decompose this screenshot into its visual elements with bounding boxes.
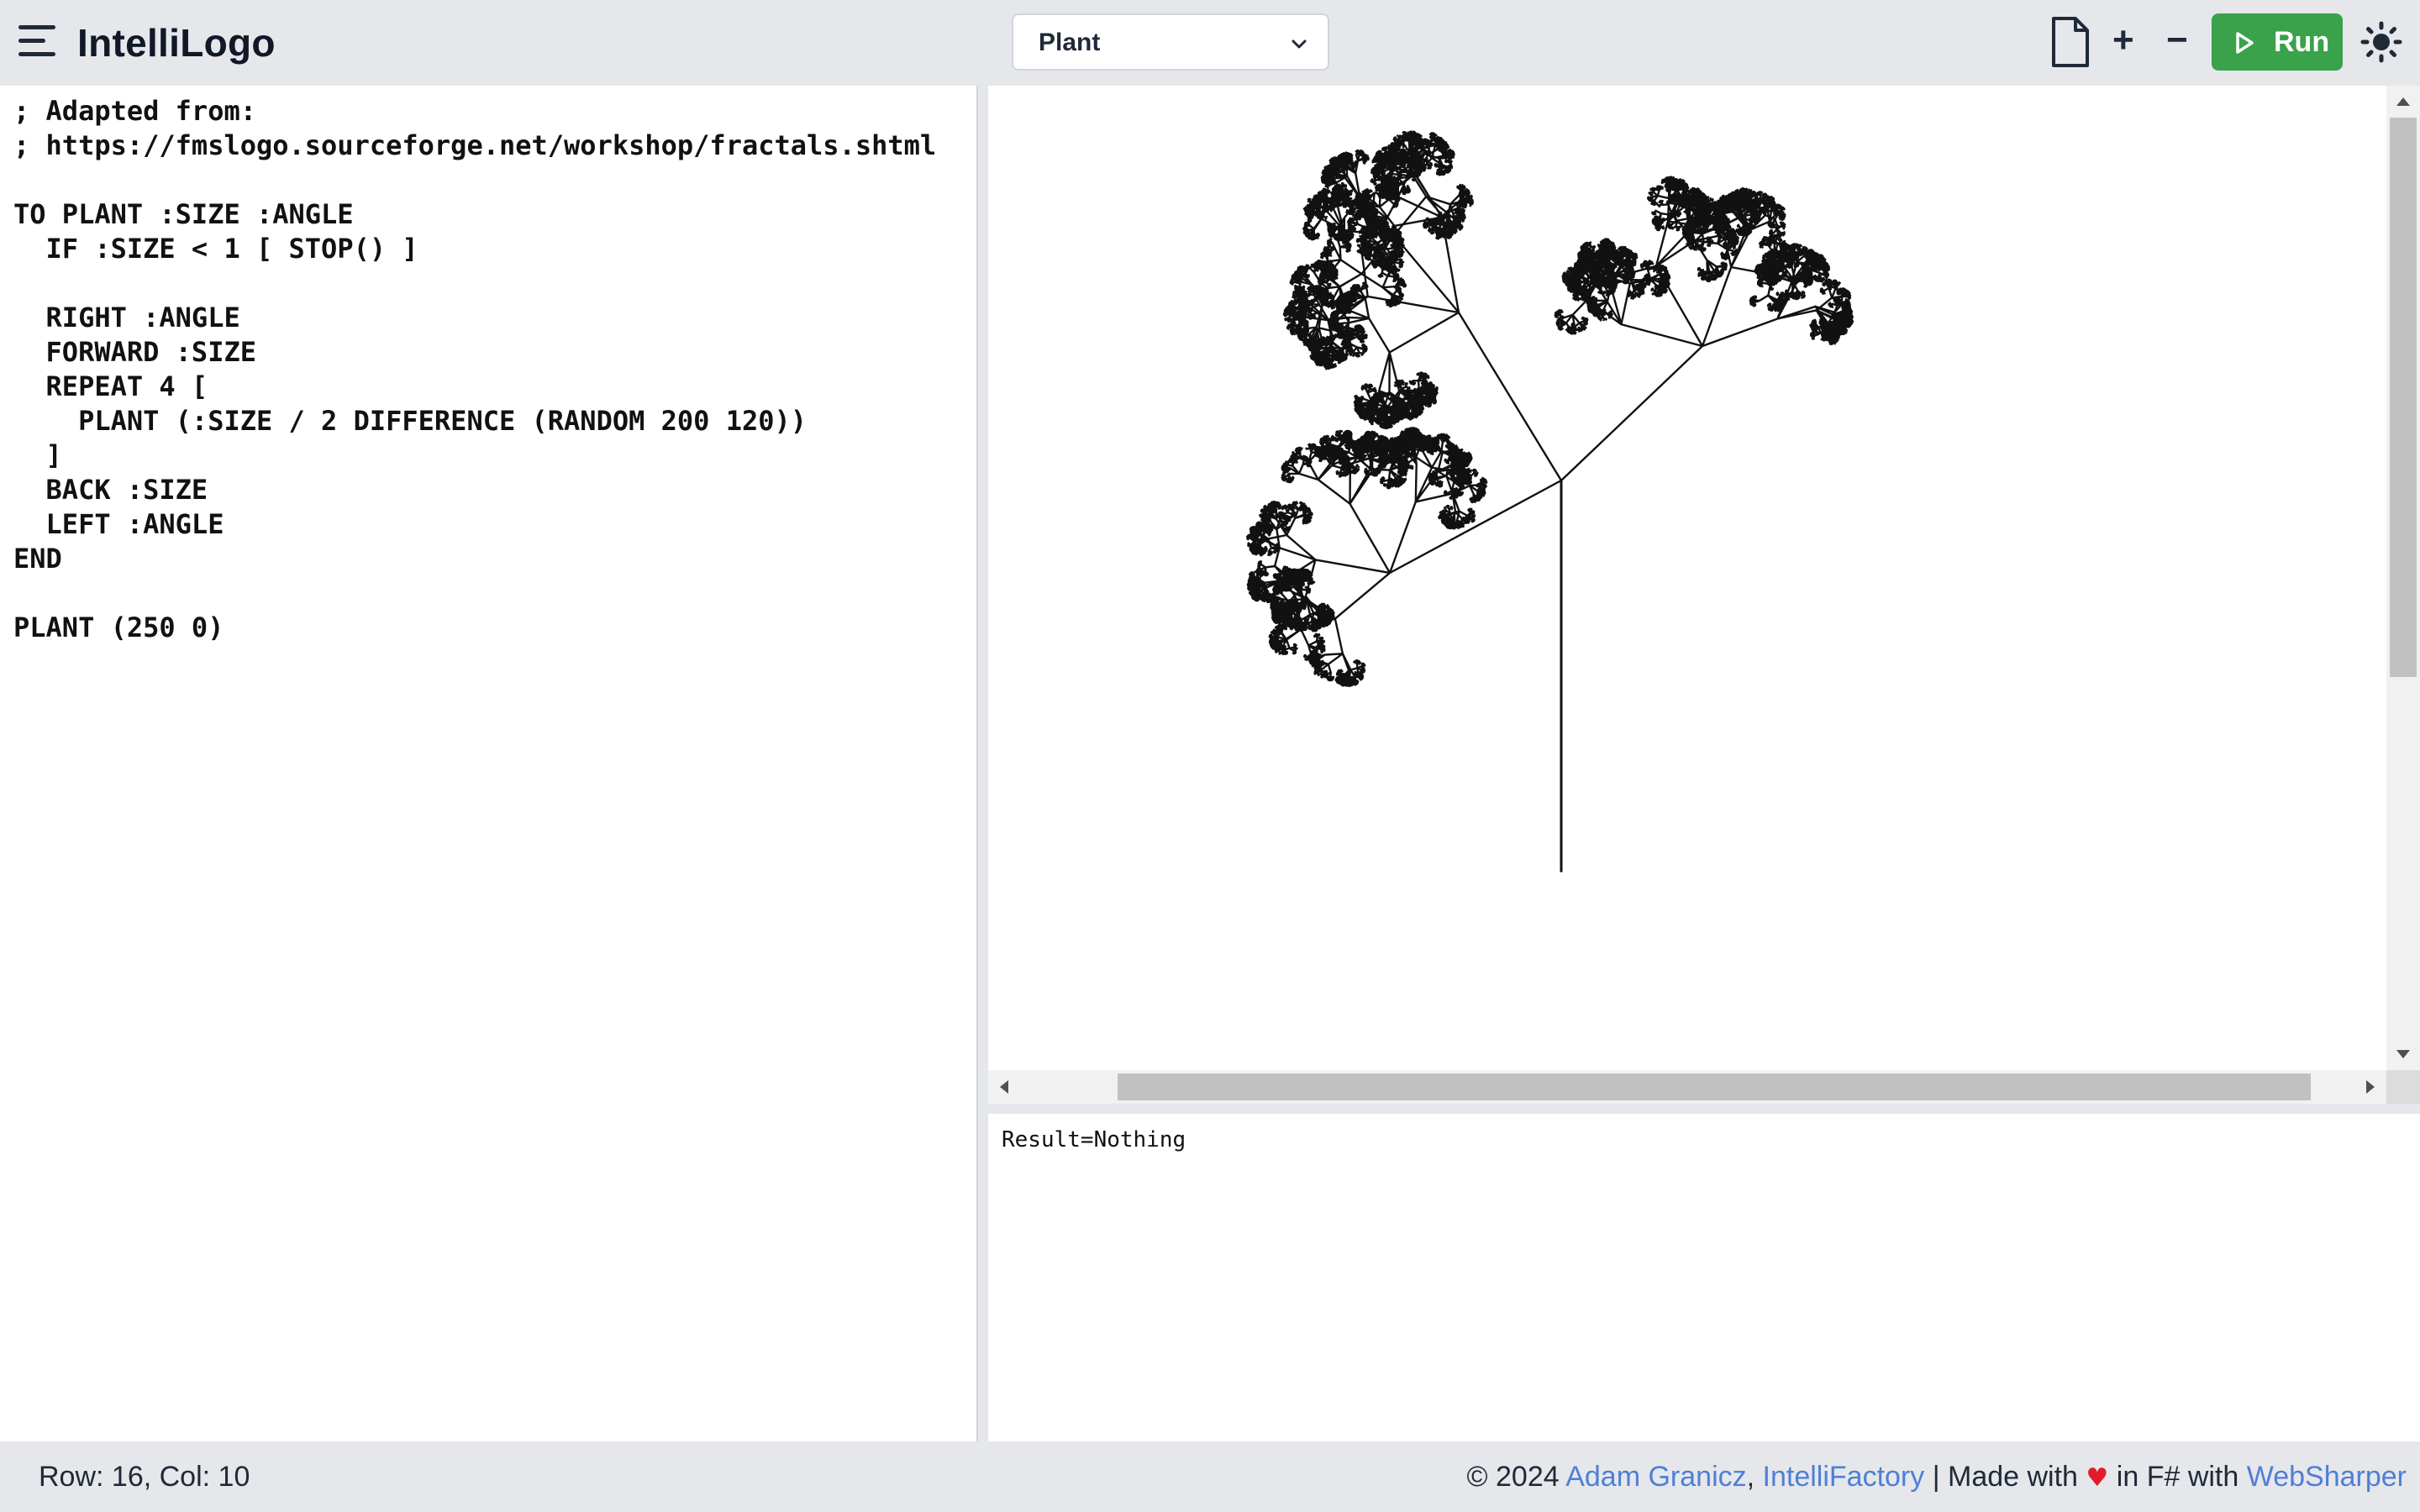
scroll-left-arrow-icon[interactable] — [1000, 1080, 1008, 1094]
author-link[interactable]: Adam Granicz — [1565, 1461, 1746, 1493]
run-label: Run — [2274, 26, 2330, 58]
cursor-position: Row: 16, Col: 10 — [39, 1461, 250, 1493]
heart-icon: ♥ — [2086, 1463, 2109, 1493]
horizontal-scrollbar[interactable] — [988, 1070, 2386, 1104]
theme-toggle-button[interactable] — [2356, 13, 2407, 71]
code-editor[interactable]: ; Adapted from: ; https://fmslogo.source… — [0, 86, 978, 1441]
scrollbar-corner — [2386, 1070, 2420, 1104]
vertical-scrollbar[interactable] — [2386, 86, 2420, 1070]
scroll-down-arrow-icon[interactable] — [2396, 1050, 2410, 1058]
app-title: IntelliLogo — [77, 21, 276, 65]
websharper-link[interactable]: WebSharper — [2247, 1461, 2407, 1493]
zoom-out-label: − — [2166, 19, 2188, 60]
in-fsharp-text: in F# with — [2116, 1461, 2239, 1493]
scroll-up-arrow-icon[interactable] — [2396, 97, 2410, 106]
status-bar: Row: 16, Col: 10 © 2024 Adam Granicz, In… — [0, 1441, 2420, 1512]
zoom-in-button[interactable]: + — [2104, 13, 2151, 71]
sun-icon — [2360, 21, 2402, 63]
turtle-canvas[interactable] — [988, 86, 2420, 1104]
editor-code[interactable]: ; Adapted from: ; https://fmslogo.source… — [13, 94, 936, 645]
example-select-value: Plant — [1039, 29, 1101, 56]
app-header: IntelliLogo Plant + − Run — [0, 0, 2420, 86]
scroll-right-arrow-icon[interactable] — [2366, 1080, 2375, 1094]
credits-separator: , — [1746, 1461, 1755, 1493]
example-select[interactable]: Plant — [1012, 13, 1329, 71]
copyright-text: © 2024 — [1466, 1461, 1560, 1493]
hamburger-menu-icon[interactable] — [15, 22, 60, 64]
made-with-text: | Made with — [1932, 1461, 2078, 1493]
chevron-down-icon — [1292, 39, 1307, 49]
horizontal-scroll-thumb[interactable] — [1118, 1074, 2311, 1100]
play-icon — [2236, 32, 2254, 54]
credits: © 2024 Adam Granicz, IntelliFactory | Ma… — [1467, 1460, 2407, 1495]
output-result: Result=Nothing — [1002, 1127, 1186, 1152]
run-button[interactable]: Run — [2212, 13, 2343, 71]
zoom-out-button[interactable]: − — [2156, 13, 2203, 71]
company-link[interactable]: IntelliFactory — [1763, 1461, 1925, 1493]
new-file-icon — [2052, 17, 2089, 67]
vertical-scroll-thumb[interactable] — [2390, 118, 2417, 677]
new-file-button[interactable] — [2042, 13, 2097, 71]
plant-drawing — [1246, 130, 1854, 873]
zoom-in-label: + — [2112, 19, 2134, 60]
plant-strokes — [1246, 130, 1854, 873]
plant-branches — [1246, 130, 1854, 687]
output-panel: Result=Nothing — [988, 1114, 2420, 1441]
